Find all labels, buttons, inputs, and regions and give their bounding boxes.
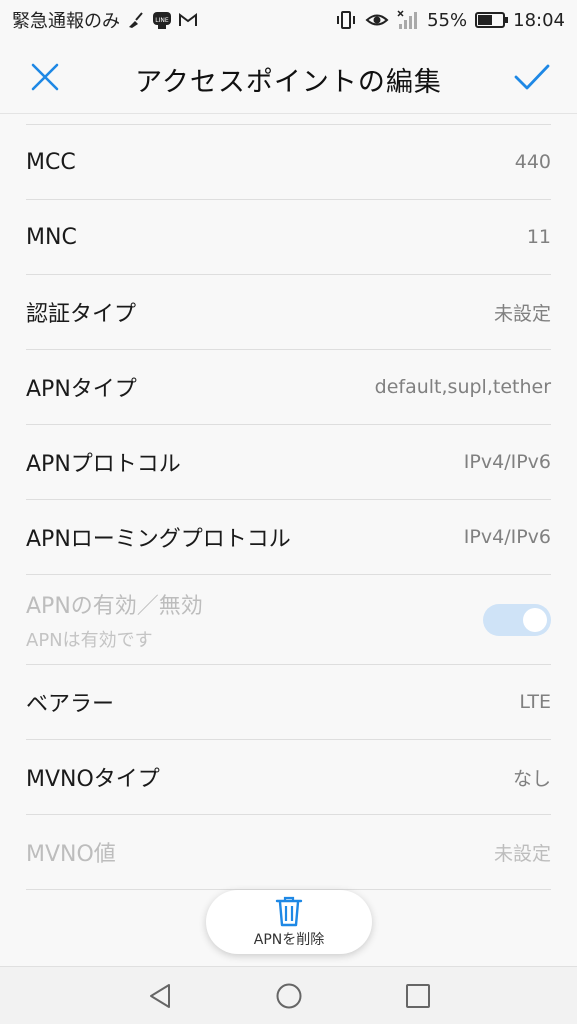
setting-label: MNC	[26, 224, 77, 250]
setting-value: LTE	[519, 691, 551, 713]
delete-apn-label: APNを削除	[253, 932, 325, 948]
broom-icon	[126, 11, 146, 29]
page-title: アクセスポイントの編集	[135, 67, 442, 98]
setting-value: IPv4/IPv6	[463, 451, 551, 473]
back-icon	[150, 984, 170, 1008]
battery-icon	[475, 12, 509, 28]
setting-row-apn-roaming-protocol[interactable]: APNローミングプロトコル IPv4/IPv6	[26, 499, 551, 574]
setting-value: なし	[512, 767, 551, 790]
app-bar: アクセスポイントの編集	[0, 40, 577, 114]
status-bar: 緊急通報のみ LINE 55% 18:04	[0, 0, 577, 40]
trash-icon	[275, 896, 303, 927]
eye-icon	[365, 11, 389, 29]
home-button[interactable]	[274, 981, 304, 1011]
setting-text-stack: APNの有効／無効 APNは有効です	[26, 588, 203, 652]
vibrate-icon	[335, 10, 357, 30]
battery-percent: 55%	[427, 9, 468, 31]
setting-row-apn-enable: APNの有効／無効 APNは有効です	[26, 574, 551, 664]
setting-label: APNの有効／無効	[26, 593, 203, 619]
home-icon	[276, 983, 302, 1009]
setting-row-mcc[interactable]: MCC 440	[26, 124, 551, 199]
setting-row-bearer[interactable]: ベアラー LTE	[26, 664, 551, 739]
svg-text:LINE: LINE	[155, 17, 169, 24]
list-top-spacer	[26, 114, 551, 124]
back-button[interactable]	[145, 981, 175, 1011]
recents-icon	[406, 984, 430, 1008]
setting-row-apn-protocol[interactable]: APNプロトコル IPv4/IPv6	[26, 424, 551, 499]
checkmark-icon	[514, 64, 550, 90]
setting-label: APNプロトコル	[26, 452, 181, 477]
setting-label: APNローミングプロトコル	[26, 527, 291, 552]
setting-label: MCC	[26, 149, 76, 175]
system-nav-bar	[0, 966, 577, 1024]
setting-row-mvno-type[interactable]: MVNOタイプ なし	[26, 739, 551, 814]
setting-row-mnc[interactable]: MNC 11	[26, 199, 551, 274]
toggle-knob	[523, 607, 547, 632]
setting-row-auth-type[interactable]: 認証タイプ 未設定	[26, 274, 551, 349]
setting-value: IPv4/IPv6	[463, 526, 551, 548]
setting-row-mvno-value: MVNO値 未設定	[26, 814, 551, 889]
setting-row-apn-type[interactable]: APNタイプ default,supl,tether	[26, 349, 551, 424]
save-button[interactable]	[512, 60, 552, 94]
recents-button[interactable]	[403, 981, 433, 1011]
setting-label: ベアラー	[26, 692, 115, 717]
setting-label: APNタイプ	[26, 377, 137, 402]
setting-label: 認証タイプ	[26, 302, 137, 327]
carrier-text: 緊急通報のみ	[12, 11, 120, 32]
setting-label: MVNOタイプ	[26, 767, 160, 792]
line-icon: LINE	[152, 10, 172, 30]
setting-value: 440	[514, 151, 551, 173]
setting-value: 未設定	[493, 302, 551, 325]
apn-settings-list: MCC 440 MNC 11 認証タイプ 未設定 APNタイプ default,…	[0, 114, 577, 890]
delete-apn-button[interactable]: APNを削除	[206, 890, 372, 954]
setting-sublabel: APNは有効です	[26, 629, 153, 651]
apn-enable-toggle[interactable]	[483, 603, 551, 636]
gmail-icon	[178, 12, 198, 28]
signal-icon	[397, 10, 419, 30]
setting-value: 未設定	[493, 842, 551, 865]
setting-value: default,supl,tether	[374, 376, 551, 398]
setting-value: 11	[526, 226, 551, 248]
clock: 18:04	[513, 9, 565, 31]
setting-label: MVNO値	[26, 842, 116, 867]
